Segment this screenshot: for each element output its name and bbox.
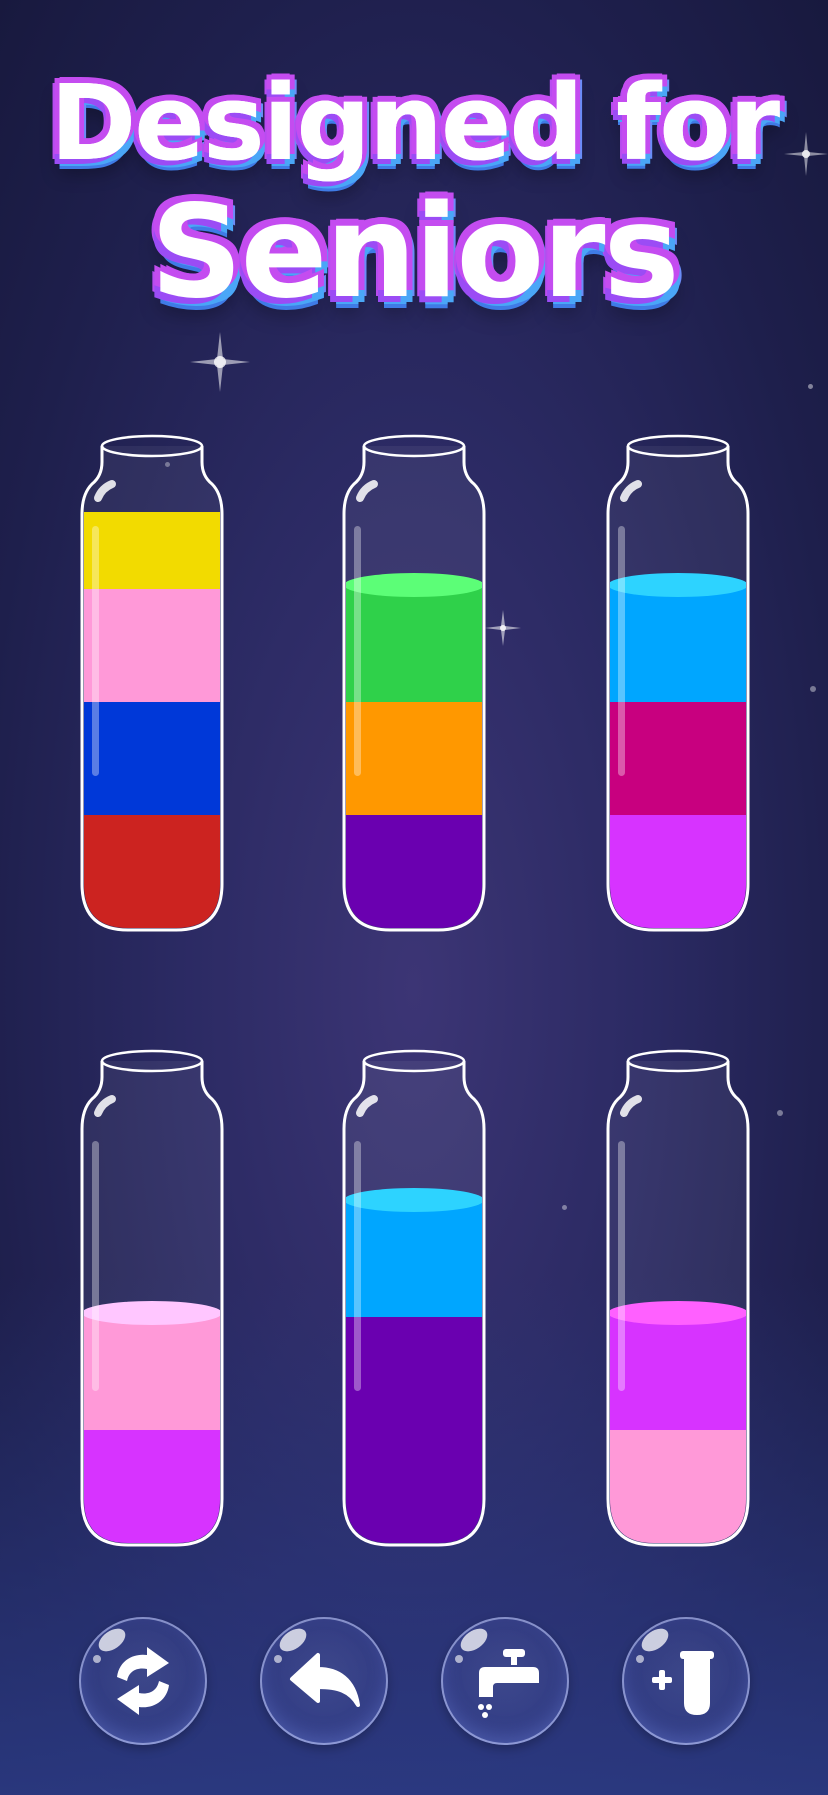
liquid-surface — [346, 1188, 482, 1212]
faucet-icon — [478, 1649, 539, 1718]
glass-highlight — [618, 1141, 625, 1391]
tube-6[interactable] — [602, 1047, 754, 1553]
tap-button[interactable] — [441, 1617, 569, 1745]
liquid-layer — [346, 698, 482, 815]
liquid-surface — [346, 573, 482, 597]
liquid-layer — [84, 698, 220, 815]
glass-highlight — [354, 1141, 361, 1391]
liquid-layer — [84, 585, 220, 702]
liquid-layer — [346, 1313, 482, 1430]
liquid-layer — [610, 811, 746, 928]
liquid-surface — [84, 1301, 220, 1325]
glass-highlight — [618, 526, 625, 776]
glass-highlight — [92, 1141, 99, 1391]
liquid-surface — [610, 1301, 746, 1325]
liquid-layer — [610, 1426, 746, 1543]
glass-highlight — [92, 526, 99, 776]
headline-line1: Designed for — [49, 62, 780, 184]
headline-line2: Seniors — [150, 178, 679, 327]
liquid-surface — [610, 573, 746, 597]
undo-arrow-icon — [290, 1653, 360, 1707]
star-dot — [808, 384, 813, 389]
add-tube-button[interactable] — [622, 1617, 750, 1745]
liquid-layer — [84, 1313, 220, 1430]
liquid-layer — [610, 1313, 746, 1430]
star-dot — [777, 1110, 783, 1116]
star-dot — [562, 1205, 567, 1210]
liquid-layer — [346, 585, 482, 702]
tube-1[interactable] — [76, 432, 228, 938]
tube-3[interactable] — [602, 432, 754, 938]
liquid-layer — [346, 1426, 482, 1543]
restart-button[interactable] — [79, 1617, 207, 1745]
tube-2[interactable] — [338, 432, 490, 938]
tube-4[interactable] — [76, 1047, 228, 1553]
undo-button[interactable] — [260, 1617, 388, 1745]
sparkle-icon — [190, 332, 250, 392]
sparkle-icon — [485, 610, 521, 646]
liquid-layer — [610, 585, 746, 702]
liquid-layer — [610, 698, 746, 815]
star-dot — [810, 686, 816, 692]
liquid-layer — [84, 1426, 220, 1543]
refresh-icon — [117, 1647, 169, 1715]
tube-5[interactable] — [338, 1047, 490, 1553]
add-tube-icon — [652, 1651, 714, 1715]
liquid-layer — [346, 811, 482, 928]
glass-highlight — [354, 526, 361, 776]
liquid-layer — [84, 811, 220, 928]
liquid-layer — [346, 1200, 482, 1317]
